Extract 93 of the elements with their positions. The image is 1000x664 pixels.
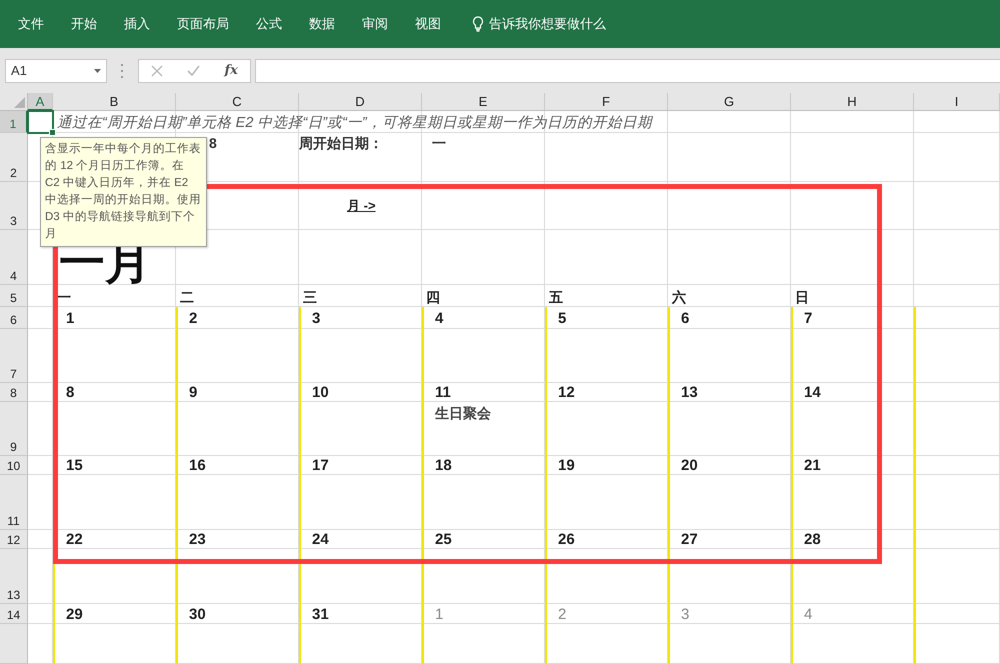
event-text: 生日聚会	[434, 404, 491, 423]
next-month-link[interactable]: 月 ->	[299, 197, 376, 215]
day-number: 2	[557, 606, 566, 622]
row-header[interactable]	[0, 624, 28, 664]
row-header[interactable]: 13	[0, 549, 28, 604]
row-header[interactable]: 8	[0, 383, 28, 402]
name-box[interactable]: A1	[5, 58, 107, 82]
day-number: 25	[434, 531, 452, 548]
row-header[interactable]: 11	[0, 475, 28, 530]
insert-function-button[interactable]: fx	[224, 63, 238, 78]
weekday-header: 六	[670, 289, 686, 307]
menu-tab[interactable]: 开始	[71, 11, 97, 37]
day-number: 23	[188, 531, 206, 548]
day-number: 16	[188, 457, 206, 474]
row-header[interactable]: 5	[0, 285, 28, 307]
day-number: 17	[311, 457, 329, 474]
active-cell[interactable]	[27, 110, 54, 134]
day-number: 27	[680, 531, 698, 548]
column-header[interactable]: C	[176, 93, 299, 111]
menu-tab[interactable]: 文件	[18, 11, 44, 37]
day-number: 26	[557, 531, 575, 548]
select-all-icon[interactable]	[14, 97, 25, 108]
column-header[interactable]: I	[914, 93, 1000, 111]
row-header[interactable]: 7	[0, 329, 28, 383]
menu-tab[interactable]: 审阅	[362, 11, 388, 37]
row-header[interactable]: 12	[0, 530, 28, 549]
menu-tab[interactable]: 视图	[415, 11, 441, 37]
cell-reference: A1	[11, 63, 27, 78]
drag-handle-icon[interactable]	[121, 64, 124, 78]
tell-me-field[interactable]: 告诉我你想要做什么	[489, 15, 606, 33]
dropdown-caret-icon[interactable]	[94, 68, 101, 72]
day-number: 8	[65, 384, 74, 401]
weekday-header: 四	[425, 289, 440, 307]
day-number: 20	[680, 457, 698, 474]
day-number: 28	[803, 531, 821, 548]
day-number: 6	[680, 310, 690, 326]
day-number: 4	[803, 606, 812, 622]
day-number: 31	[311, 606, 329, 622]
day-number: 9	[188, 384, 198, 401]
day-number: 15	[65, 457, 83, 474]
day-number: 2	[188, 310, 198, 326]
day-number: 29	[65, 606, 83, 622]
checkmark-icon[interactable]	[187, 65, 200, 76]
menu-tab[interactable]: 数据	[309, 11, 335, 37]
day-number: 30	[188, 606, 206, 622]
column-header[interactable]: E	[422, 93, 545, 111]
column-header[interactable]: G	[668, 93, 791, 111]
row-header[interactable]: 2	[0, 133, 28, 182]
column-header[interactable]: D	[299, 93, 422, 111]
row-header[interactable]: 9	[0, 402, 28, 456]
day-number: 3	[311, 310, 320, 326]
menu-tab[interactable]: 页面布局	[177, 11, 229, 37]
row-header[interactable]: 3	[0, 182, 28, 230]
formula-input[interactable]	[255, 58, 1000, 82]
day-number: 3	[680, 606, 690, 622]
cancel-icon[interactable]	[151, 64, 164, 76]
day-number: 7	[803, 310, 812, 326]
day-number: 19	[557, 457, 575, 474]
day-number: 13	[680, 384, 698, 401]
day-number: 18	[434, 457, 452, 474]
column-header[interactable]: F	[545, 93, 668, 111]
day-number: 10	[311, 384, 329, 401]
column-header[interactable]: H	[791, 93, 914, 111]
day-number: 11	[434, 384, 451, 401]
day-number: 14	[803, 384, 821, 401]
weekday-header: 一	[56, 289, 71, 307]
day-number: 21	[803, 457, 821, 474]
menu-tab[interactable]: 插入	[124, 11, 150, 37]
weekday-header: 三	[302, 289, 317, 307]
lightbulb-icon	[472, 16, 484, 32]
instruction-text: 通过在“周开始日期”单元格 E2 中选择“日”或“一”，可将星期日或星期一作为日历的开始日期	[56, 114, 652, 132]
day-number: 22	[65, 531, 83, 548]
row-header[interactable]: 1	[0, 111, 28, 133]
week-start-label: 周开始日期：	[299, 134, 383, 153]
day-number: 4	[434, 310, 444, 326]
column-header[interactable]: A	[28, 93, 53, 111]
weekday-header: 日	[794, 289, 809, 307]
row-header[interactable]: 10	[0, 456, 28, 475]
row-header[interactable]: 6	[0, 307, 28, 329]
day-number: 1	[65, 310, 74, 326]
menu-tab[interactable]: 公式	[256, 11, 282, 37]
column-header[interactable]: B	[53, 93, 176, 111]
cell-comment: 含显示一年中每个月的工作表的 12 个月日历工作簿。在 C2 中键入日历年，并在 E2 中选择一周的开始日期。使用 D3 中的导航链接导航到下个月	[40, 137, 207, 247]
week-start-value[interactable]: 一	[422, 133, 446, 153]
weekday-header: 五	[548, 289, 563, 307]
row-header[interactable]: 4	[0, 230, 28, 285]
weekday-header: 二	[179, 289, 194, 307]
day-number: 5	[557, 310, 566, 326]
day-number: 24	[311, 531, 329, 548]
row-header[interactable]: 14	[0, 604, 28, 624]
day-number: 1	[434, 606, 444, 622]
day-number: 12	[557, 384, 575, 401]
year-value: 8	[209, 134, 217, 151]
